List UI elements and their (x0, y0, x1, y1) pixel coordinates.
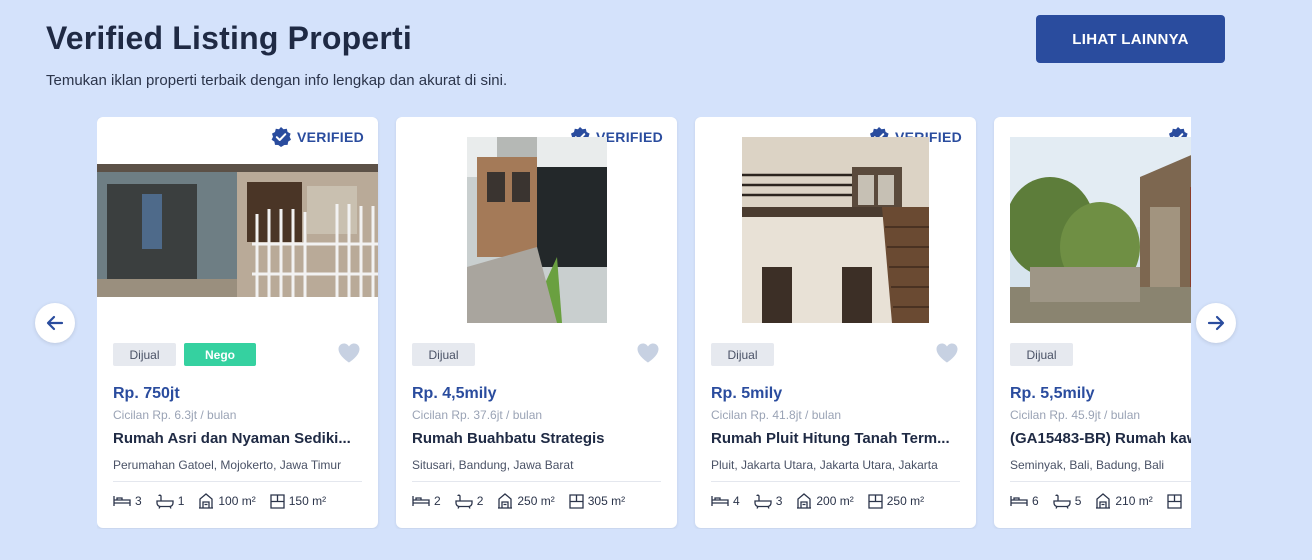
building-area-icon (498, 493, 513, 509)
arrow-right-icon (1207, 315, 1225, 331)
property-photo[interactable] (466, 137, 607, 323)
listing-price: Rp. 5,5mily (1010, 385, 1095, 402)
bathtub-icon (156, 494, 174, 509)
listing-installment: Cicilan Rp. 41.8jt / bulan (711, 408, 842, 422)
bed-icon (113, 496, 131, 506)
carousel-prev-button[interactable] (35, 303, 75, 343)
building-area-icon (797, 493, 812, 509)
land-area: 150 m² (288, 494, 327, 508)
listing-title[interactable]: Rumah Asri dan Nyaman Sediki... (113, 430, 365, 447)
divider (113, 481, 362, 482)
land-area: 250 m² (886, 494, 925, 508)
land-area-icon (569, 493, 584, 509)
bathroom-count: 5 (1074, 494, 1082, 508)
divider (412, 481, 661, 482)
listing-card[interactable]: VERIFIED Dijual Rp. 4,5mily Cicilan Rp. … (396, 117, 677, 528)
status-badge: Dijual (1010, 343, 1073, 366)
heart-icon[interactable] (935, 342, 959, 364)
listing-location: Pluit, Jakarta Utara, Jakarta Utara, Jak… (711, 458, 938, 472)
listing-location: Situsari, Bandung, Jawa Barat (412, 458, 574, 472)
listing-installment: Cicilan Rp. 6.3jt / bulan (113, 408, 237, 422)
divider (1010, 481, 1191, 482)
divider (711, 481, 960, 482)
listing-price: Rp. 4,5mily (412, 385, 497, 402)
listing-location: Seminyak, Bali, Badung, Bali (1010, 458, 1165, 472)
land-area-icon (270, 493, 285, 509)
listing-title[interactable]: Rumah Buahbatu Strategis (412, 430, 664, 447)
land-area-icon (868, 493, 883, 509)
bed-icon (412, 496, 430, 506)
bedroom-count: 2 (434, 494, 441, 508)
building-area: 100 m² (218, 494, 256, 508)
listing-card[interactable]: VERIFIED Dijual Rp. 5,5mily Cicilan Rp. … (994, 117, 1191, 528)
status-badge: Dijual (113, 343, 176, 366)
see-more-button[interactable]: LIHAT LAINNYA (1036, 15, 1225, 63)
building-area: 210 m² (1115, 494, 1153, 508)
heart-icon[interactable] (337, 342, 361, 364)
carousel-next-button[interactable] (1196, 303, 1236, 343)
status-badge: Dijual (711, 343, 774, 366)
building-area-icon (1096, 493, 1111, 509)
bathtub-icon (1053, 494, 1071, 509)
bedroom-count: 3 (135, 494, 142, 508)
arrow-left-icon (46, 315, 64, 331)
bathroom-count: 1 (177, 494, 185, 508)
bed-icon (1010, 496, 1028, 506)
bedroom-count: 4 (733, 494, 740, 508)
listing-location: Perumahan Gatoel, Mojokerto, Jawa Timur (113, 458, 342, 472)
listing-title[interactable]: (GA15483-BR) Rumah kaw... (1010, 430, 1191, 447)
bathroom-count: 3 (775, 494, 783, 508)
listing-carousel: VERIFIED Dijual Nego Rp. 750jt Cicilan R… (97, 117, 1191, 529)
bedroom-count: 6 (1032, 494, 1039, 508)
land-area-icon (1167, 493, 1182, 509)
listing-price: Rp. 750jt (113, 385, 180, 402)
listing-title[interactable]: Rumah Pluit Hitung Tanah Term... (711, 430, 963, 447)
building-area: 200 m² (816, 494, 854, 508)
page-subtitle: Temukan iklan properti terbaik dengan in… (46, 72, 508, 89)
land-area: 305 m² (587, 494, 626, 508)
status-badge: Dijual (412, 343, 475, 366)
bathtub-icon (455, 494, 473, 509)
listing-card[interactable]: VERIFIED (97, 117, 378, 528)
listing-installment: Cicilan Rp. 45.9jt / bulan (1010, 408, 1141, 422)
page-title: Verified Listing Properti (46, 20, 412, 56)
listing-card[interactable]: VERIFIED (695, 117, 976, 528)
bathroom-count: 2 (476, 494, 484, 508)
building-area: 250 m² (517, 494, 555, 508)
nego-badge: Nego (184, 343, 256, 366)
bed-icon (711, 496, 729, 506)
property-photo[interactable] (742, 137, 929, 323)
property-photo[interactable] (1010, 137, 1191, 323)
heart-icon[interactable] (636, 342, 660, 364)
listing-price: Rp. 5mily (711, 385, 783, 402)
property-photo[interactable] (97, 163, 378, 297)
building-area-icon (199, 493, 214, 509)
listing-installment: Cicilan Rp. 37.6jt / bulan (412, 408, 543, 422)
bathtub-icon (754, 494, 772, 509)
